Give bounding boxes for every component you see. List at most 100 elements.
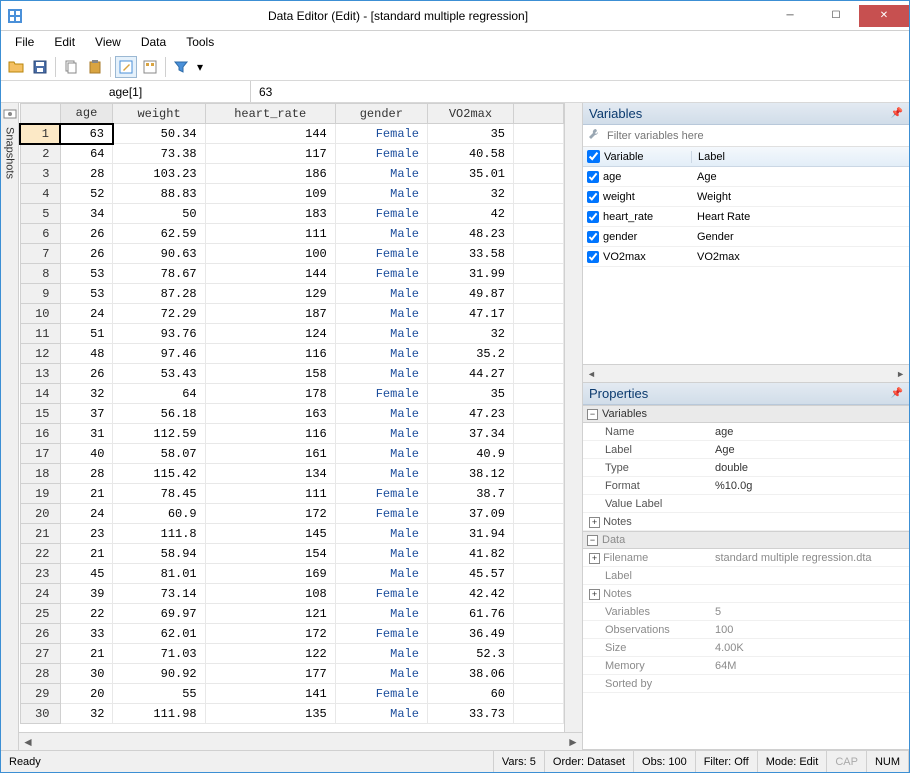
cell-vo2max[interactable]: 35.2 (427, 344, 513, 364)
cell-empty[interactable] (514, 624, 564, 644)
cell-age[interactable]: 26 (60, 224, 113, 244)
col-header-weight[interactable]: weight (113, 104, 205, 124)
cell-age[interactable]: 28 (60, 164, 113, 184)
menu-data[interactable]: Data (133, 33, 174, 51)
snapshots-tab[interactable]: Snapshots (1, 103, 19, 750)
cell-weight[interactable]: 112.59 (113, 424, 205, 444)
row-number[interactable]: 24 (20, 584, 60, 604)
vertical-scrollbar[interactable] (564, 103, 582, 732)
cell-age[interactable]: 20 (60, 684, 113, 704)
cell-heart-rate[interactable]: 172 (205, 624, 335, 644)
cell-heart-rate[interactable]: 186 (205, 164, 335, 184)
row-number[interactable]: 17 (20, 444, 60, 464)
cell-age[interactable]: 21 (60, 544, 113, 564)
cell-vo2max[interactable]: 38.06 (427, 664, 513, 684)
cell-age[interactable]: 51 (60, 324, 113, 344)
cell-vo2max[interactable]: 35 (427, 384, 513, 404)
cell-age[interactable]: 21 (60, 484, 113, 504)
cell-vo2max[interactable]: 44.27 (427, 364, 513, 384)
cell-weight[interactable]: 73.38 (113, 144, 205, 164)
cell-vo2max[interactable]: 35 (427, 124, 513, 144)
col-header-heart-rate[interactable]: heart_rate (205, 104, 335, 124)
cell-age[interactable]: 53 (60, 284, 113, 304)
cell-empty[interactable] (514, 224, 564, 244)
cell-weight[interactable]: 88.83 (113, 184, 205, 204)
cell-gender[interactable]: Male (335, 184, 427, 204)
cell-vo2max[interactable]: 41.82 (427, 544, 513, 564)
cell-empty[interactable] (514, 184, 564, 204)
table-row[interactable]: 222158.94154Male41.82 (20, 544, 564, 564)
cell-empty[interactable] (514, 644, 564, 664)
variable-row[interactable]: weightWeight (583, 187, 909, 207)
row-number[interactable]: 1 (20, 124, 60, 144)
var-checkbox[interactable] (587, 211, 599, 223)
cell-gender[interactable]: Male (335, 364, 427, 384)
cell-weight[interactable]: 87.28 (113, 284, 205, 304)
cell-heart-rate[interactable]: 169 (205, 564, 335, 584)
cell-vo2max[interactable]: 31.94 (427, 524, 513, 544)
cell-gender[interactable]: Female (335, 204, 427, 224)
table-row[interactable]: 85378.67144Female31.99 (20, 264, 564, 284)
close-button[interactable]: ✕ (859, 5, 909, 27)
cell-empty[interactable] (514, 124, 564, 144)
cell-weight[interactable]: 115.42 (113, 464, 205, 484)
row-number[interactable]: 10 (20, 304, 60, 324)
scroll-right-icon[interactable]: ► (564, 735, 582, 749)
cell-gender[interactable]: Female (335, 504, 427, 524)
cell-empty[interactable] (514, 384, 564, 404)
cell-weight[interactable]: 60.9 (113, 504, 205, 524)
cell-gender[interactable]: Male (335, 464, 427, 484)
menu-file[interactable]: File (7, 33, 42, 51)
cell-weight[interactable]: 78.45 (113, 484, 205, 504)
row-number[interactable]: 22 (20, 544, 60, 564)
cell-heart-rate[interactable]: 163 (205, 404, 335, 424)
table-row[interactable]: 95387.28129Male49.87 (20, 284, 564, 304)
col-header-gender[interactable]: gender (335, 104, 427, 124)
var-header-variable[interactable]: Variable (604, 151, 644, 163)
filter-icon[interactable] (170, 56, 192, 78)
cell-vo2max[interactable]: 33.58 (427, 244, 513, 264)
table-row[interactable]: 16350.34144Female35 (20, 124, 564, 144)
variable-row[interactable]: genderGender (583, 227, 909, 247)
cell-empty[interactable] (514, 584, 564, 604)
cell-empty[interactable] (514, 324, 564, 344)
cell-gender[interactable]: Male (335, 704, 427, 724)
variable-row[interactable]: ageAge (583, 167, 909, 187)
cell-vo2max[interactable]: 49.87 (427, 284, 513, 304)
scroll-left-icon[interactable]: ◄ (19, 735, 37, 749)
row-number[interactable]: 18 (20, 464, 60, 484)
cell-weight[interactable]: 103.23 (113, 164, 205, 184)
cell-vo2max[interactable]: 38.7 (427, 484, 513, 504)
open-icon[interactable] (5, 56, 27, 78)
cell-weight[interactable]: 62.01 (113, 624, 205, 644)
expand-icon[interactable]: + (589, 517, 600, 528)
cell-empty[interactable] (514, 244, 564, 264)
maximize-button[interactable]: ☐ (813, 5, 859, 27)
cell-heart-rate[interactable]: 172 (205, 504, 335, 524)
cell-weight[interactable]: 58.07 (113, 444, 205, 464)
table-row[interactable]: 153756.18163Male47.23 (20, 404, 564, 424)
col-header-vo2max[interactable]: VO2max (427, 104, 513, 124)
cell-empty[interactable] (514, 564, 564, 584)
cell-vo2max[interactable]: 40.58 (427, 144, 513, 164)
menu-edit[interactable]: Edit (46, 33, 83, 51)
edit-mode-icon[interactable] (115, 56, 137, 78)
table-row[interactable]: 132653.43158Male44.27 (20, 364, 564, 384)
paste-icon[interactable] (84, 56, 106, 78)
table-row[interactable]: 115193.76124Male32 (20, 324, 564, 344)
cell-weight[interactable]: 78.67 (113, 264, 205, 284)
vars-horizontal-scrollbar[interactable]: ◄► (583, 364, 909, 382)
cell-heart-rate[interactable]: 122 (205, 644, 335, 664)
horizontal-scrollbar[interactable]: ◄ ► (19, 732, 582, 750)
menu-tools[interactable]: Tools (178, 33, 222, 51)
cell-age[interactable]: 24 (60, 504, 113, 524)
cell-heart-rate[interactable]: 108 (205, 584, 335, 604)
cell-weight[interactable]: 55 (113, 684, 205, 704)
row-number[interactable]: 11 (20, 324, 60, 344)
cell-heart-rate[interactable]: 111 (205, 484, 335, 504)
row-number[interactable]: 6 (20, 224, 60, 244)
cell-weight[interactable]: 90.63 (113, 244, 205, 264)
cell-empty[interactable] (514, 444, 564, 464)
cell-weight[interactable]: 58.94 (113, 544, 205, 564)
prop-value[interactable]: double (711, 462, 909, 474)
